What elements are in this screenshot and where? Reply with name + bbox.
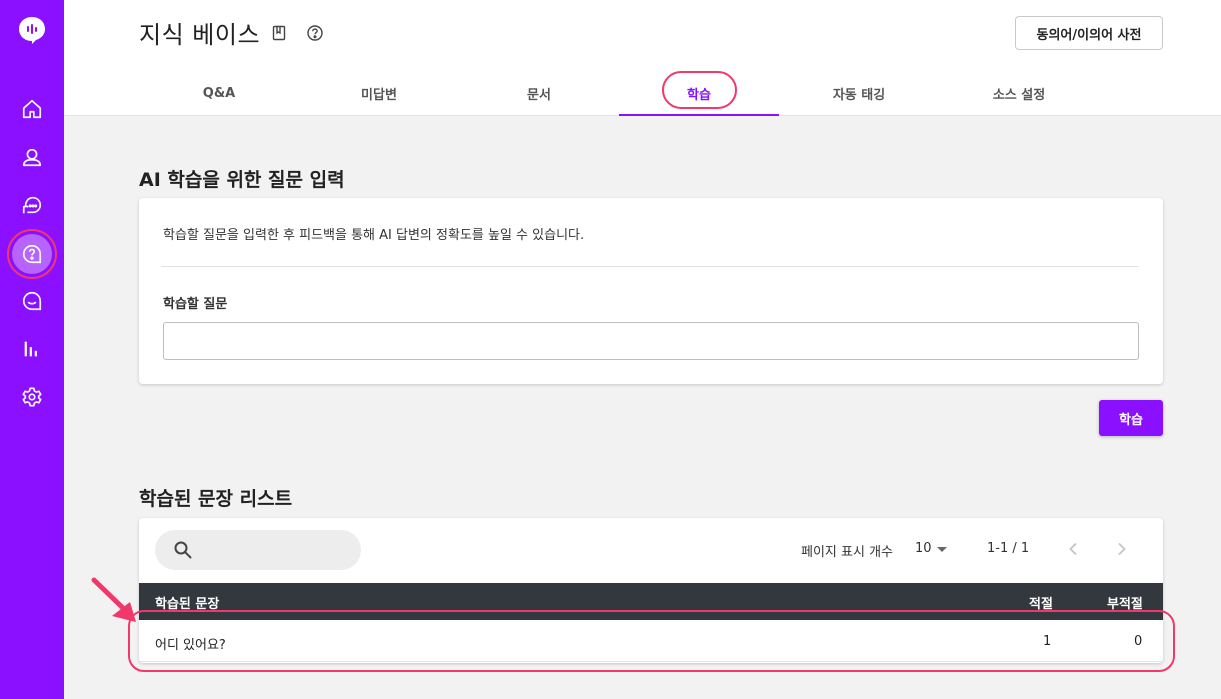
pagination-range: 1-1 / 1: [987, 541, 1030, 556]
learn-submit-button[interactable]: 학습: [1099, 400, 1163, 436]
tab-qna[interactable]: Q&A: [139, 70, 299, 116]
help-icon[interactable]: [306, 24, 324, 42]
question-input[interactable]: [163, 322, 1139, 360]
search-icon: [174, 541, 192, 559]
tab-bar: Q&A 미답변 문서 학습 자동 태깅 소스 설정: [139, 70, 1099, 116]
highlight-learning-tab: [662, 71, 737, 109]
tab-source-settings[interactable]: 소스 설정: [939, 70, 1099, 116]
bar-chart-icon: [24, 341, 37, 357]
search-input[interactable]: [201, 538, 351, 562]
tab-auto-tagging[interactable]: 자동 태깅: [779, 70, 939, 116]
tab-unanswered[interactable]: 미답변: [299, 70, 459, 116]
gear-icon: [22, 387, 42, 407]
tab-documents[interactable]: 문서: [459, 70, 619, 116]
home-icon: [22, 99, 42, 119]
header: 지식 베이스 동의어/이의어 사전 Q&A 미답변 문서 학습 자동 태깅 소스…: [64, 0, 1221, 116]
chat-bubble-icon: [22, 196, 42, 214]
nav-user-button[interactable]: [12, 137, 52, 177]
page-title: 지식 베이스: [139, 21, 261, 49]
nav-settings-button[interactable]: [12, 377, 52, 417]
divider: [161, 266, 1139, 267]
caret-down-icon[interactable]: [937, 547, 947, 552]
input-description: 학습할 질문을 입력한 후 피드백을 통해 AI 답변의 정확도를 높일 수 있…: [163, 228, 585, 243]
sidebar: [0, 0, 64, 699]
per-page-select[interactable]: 10: [915, 541, 932, 556]
question-field-label: 학습할 질문: [163, 297, 228, 312]
question-input-card: 학습할 질문을 입력한 후 피드백을 통해 AI 답변의 정확도를 높일 수 있…: [139, 198, 1163, 384]
search-box[interactable]: [155, 530, 361, 570]
synonym-dictionary-button[interactable]: 동의어/이의어 사전: [1015, 16, 1163, 50]
chat-search-icon: [22, 291, 42, 311]
highlight-knowledge-nav: [7, 229, 57, 279]
user-icon: [22, 148, 42, 167]
chevron-left-icon[interactable]: [1065, 540, 1083, 558]
nav-stats-button[interactable]: [12, 329, 52, 369]
list-section-title: 학습된 문장 리스트: [139, 488, 293, 510]
chevron-right-icon[interactable]: [1112, 540, 1130, 558]
book-icon[interactable]: [270, 24, 288, 42]
nav-home-button[interactable]: [12, 89, 52, 129]
input-section-title: AI 학습을 위한 질문 입력: [139, 169, 345, 191]
logo-icon[interactable]: [17, 15, 47, 45]
annotation-arrow-icon: [91, 577, 136, 622]
per-page-label: 페이지 표시 개수: [801, 545, 893, 560]
nav-chat-button[interactable]: [12, 185, 52, 225]
highlight-learned-row: [128, 610, 1175, 672]
nav-chat-search-button[interactable]: [12, 281, 52, 321]
